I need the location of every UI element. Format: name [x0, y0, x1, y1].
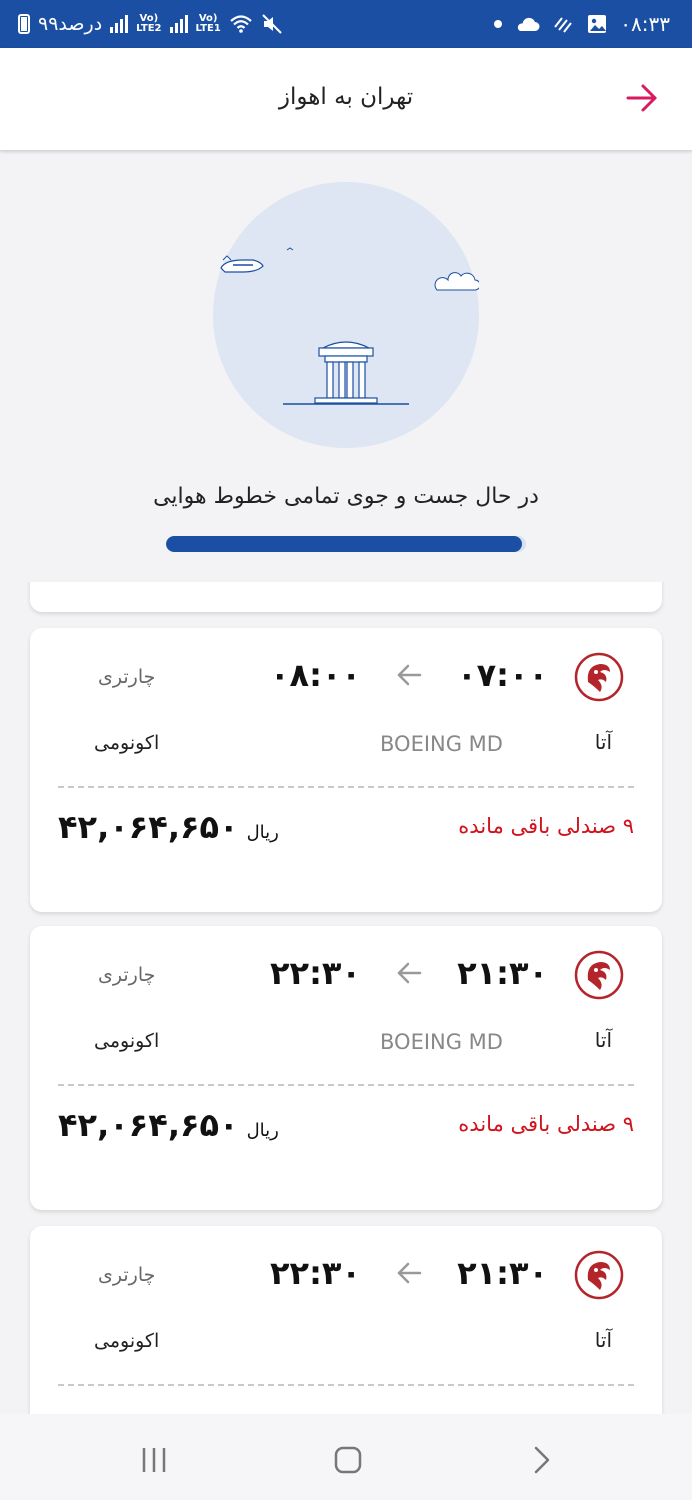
home-icon[interactable]	[328, 1440, 368, 1480]
departure-time: ۲۱:۳۰	[457, 954, 548, 992]
charter-type: چارتری	[98, 964, 156, 986]
gallery-icon	[588, 15, 607, 33]
route-arrow-icon	[397, 1262, 422, 1284]
arrival-time: ۰۸:۰۰	[270, 656, 361, 694]
card-divider	[58, 1384, 634, 1386]
arrival-time: ۲۲:۳۰	[270, 1254, 361, 1292]
ticket-price: ۴۲,۰۶۴,۶۵۰	[58, 1106, 239, 1144]
network-type-1: Vo) LTE2	[136, 13, 162, 34]
price-block: ریال ۴۲,۰۶۴,۶۵۰	[58, 1106, 279, 1144]
status-right: ۰۸:۳۳	[494, 10, 670, 38]
price-block: ریال ۴۲,۰۶۴,۶۵۰	[58, 808, 279, 846]
mute-icon	[262, 14, 282, 34]
ata-logo-icon	[574, 950, 624, 1000]
signal-icon-2	[169, 15, 188, 33]
notification-dot-icon	[494, 20, 503, 28]
network-type-2: Vo) LTE1	[195, 13, 221, 34]
flight-card[interactable]: ۲۲:۳۰ ۲۱:۳۰ چارتری آتا BOEING MD اکونومی ۹ صند…	[30, 926, 662, 1210]
cabin-class: اکونومی	[94, 732, 160, 754]
card-divider	[58, 786, 634, 788]
departure-time: ۰۷:۰۰	[457, 656, 548, 694]
search-progress-fill	[166, 536, 523, 552]
loading-message: در حال جست و جوی تمامی خطوط هوایی	[153, 484, 539, 509]
seats-remaining: ۹ صندلی باقی مانده	[458, 1112, 634, 1136]
currency: ریال	[246, 822, 279, 843]
system-nav-bar	[0, 1414, 692, 1500]
searching-illustration	[213, 182, 479, 448]
flight-card[interactable]: ۲۲:۳۰ ۲۱:۳۰ چارتری آتا اکونومی	[30, 1226, 662, 1414]
search-progress-bar	[166, 536, 526, 552]
back-nav-icon[interactable]	[522, 1440, 562, 1480]
battery-icon	[18, 14, 30, 34]
departure-time: ۲۱:۳۰	[457, 1254, 548, 1292]
route-arrow-icon	[397, 962, 422, 984]
page-title: تهران به اهواز	[278, 84, 414, 110]
back-arrow-icon[interactable]	[622, 78, 662, 118]
cloud-icon	[518, 17, 540, 31]
wifi-icon	[230, 15, 252, 33]
currency: ریال	[246, 1120, 279, 1141]
card-divider	[58, 1084, 634, 1086]
app-header: تهران به اهواز	[0, 48, 692, 151]
arrival-time: ۲۲:۳۰	[270, 954, 361, 992]
route-arrow-icon	[397, 664, 422, 686]
flight-card-partial[interactable]	[30, 582, 662, 612]
charter-type: چارتری	[98, 1264, 156, 1286]
flight-times: ۲۲:۳۰ ۲۱:۳۰	[270, 1250, 548, 1296]
ticket-price: ۴۲,۰۶۴,۶۵۰	[58, 808, 239, 846]
flight-results-list[interactable]: ۰۸:۰۰ ۰۷:۰۰ چارتری آتا BOEING MD اکونومی ۹ صند…	[0, 582, 692, 1414]
ata-logo-icon	[574, 652, 624, 702]
seats-remaining: ۹ صندلی باقی مانده	[458, 814, 634, 838]
cabin-class: اکونومی	[94, 1330, 160, 1352]
flight-times: ۰۸:۰۰ ۰۷:۰۰	[270, 652, 548, 698]
aircraft-type: BOEING MD	[380, 732, 503, 756]
battery-text: ۹۹درصد	[38, 13, 103, 35]
airline-name: آتا	[594, 1028, 612, 1052]
recent-apps-icon[interactable]	[134, 1440, 174, 1480]
airline-name: آتا	[594, 730, 612, 754]
airline-name: آتا	[594, 1328, 612, 1352]
cabin-class: اکونومی	[94, 1030, 160, 1052]
charter-type: چارتری	[98, 666, 156, 688]
ata-logo-icon	[574, 1250, 624, 1300]
status-left: ۹۹درصد Vo) LTE2 Vo) LTE1	[18, 10, 283, 38]
clock: ۰۸:۳۳	[620, 12, 670, 36]
sync-icon	[554, 17, 573, 33]
flight-card[interactable]: ۰۸:۰۰ ۰۷:۰۰ چارتری آتا BOEING MD اکونومی ۹ صند…	[30, 628, 662, 912]
flight-times: ۲۲:۳۰ ۲۱:۳۰	[270, 950, 548, 996]
aircraft-type: BOEING MD	[380, 1030, 503, 1054]
signal-icon	[110, 15, 129, 33]
status-bar: ۹۹درصد Vo) LTE2 Vo) LTE1 ۰۸:۳۳	[0, 0, 692, 48]
